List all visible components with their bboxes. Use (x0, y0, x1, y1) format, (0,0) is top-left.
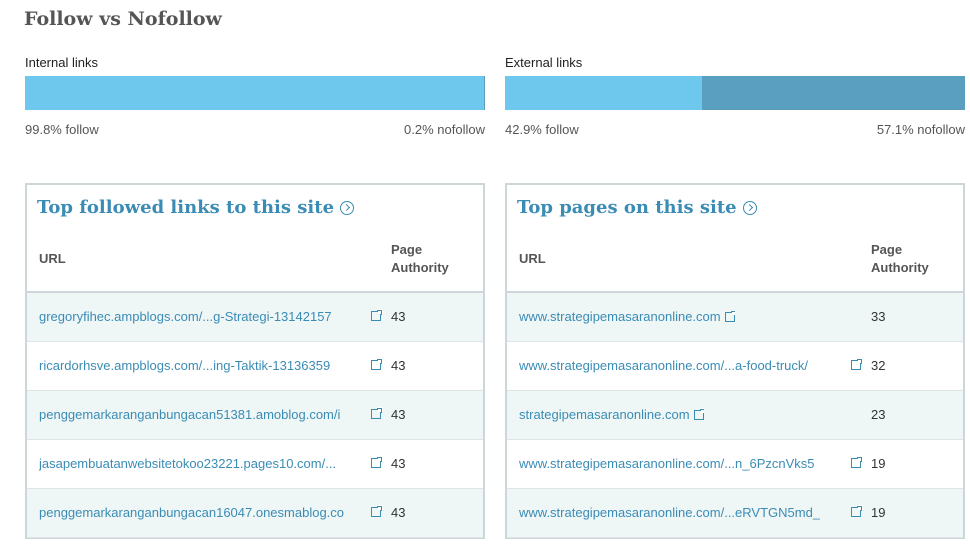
table-header: URL Page Authority (507, 233, 963, 293)
row-page-authority: 32 (871, 358, 886, 373)
table-body: gregoryfihec.ampblogs.com/...g-Strategi-… (27, 293, 483, 538)
row-url-link[interactable]: penggemarkaranganbungacan51381.amoblog.c… (39, 407, 340, 422)
table-row: jasapembuatanwebsitetokoo23221.pages10.c… (27, 440, 483, 489)
table-body: www.strategipemasaranonline.com 33 www.s… (507, 293, 963, 538)
external-links-bar (505, 76, 965, 110)
row-url-link[interactable]: ricardorhsve.ampblogs.com/...ing-Taktik-… (39, 358, 330, 373)
internal-follow-segment (25, 76, 485, 110)
row-page-authority: 23 (871, 407, 886, 422)
top-pages-panel: Top pages on this site URL Page Authorit… (505, 183, 965, 539)
table-row: www.strategipemasaranonline.com/...eRVTG… (507, 489, 963, 538)
row-url-text[interactable]: www.strategipemasaranonline.com/...eRVTG… (519, 505, 820, 520)
external-link-icon[interactable] (371, 407, 383, 419)
row-url-text[interactable]: www.strategipemasaranonline.com/...n_6Pz… (519, 456, 815, 471)
row-url-text[interactable]: www.strategipemasaranonline.com (519, 309, 721, 324)
internal-links-bar (25, 76, 485, 110)
external-follow-text: 42.9% follow (505, 122, 579, 137)
row-url-link[interactable]: www.strategipemasaranonline.com/...a-foo… (519, 358, 808, 373)
row-url-link[interactable]: strategipemasaranonline.com (519, 407, 704, 422)
table-row: www.strategipemasaranonline.com/...n_6Pz… (507, 440, 963, 489)
external-link-icon[interactable] (371, 456, 383, 468)
external-link-icon[interactable] (371, 505, 383, 517)
internal-follow-text: 99.8% follow (25, 122, 99, 137)
row-url-text[interactable]: penggemarkaranganbungacan16047.onesmablo… (39, 505, 344, 520)
row-url-text[interactable]: ricardorhsve.ampblogs.com/...ing-Taktik-… (39, 358, 330, 373)
external-link-icon[interactable] (851, 505, 863, 517)
top-followed-links-panel: Top followed links to this site URL Page… (25, 183, 485, 539)
top-followed-links-title[interactable]: Top followed links to this site (37, 197, 355, 218)
column-url: URL (519, 251, 546, 266)
column-page-authority: Page Authority (871, 241, 961, 277)
internal-nofollow-text: 0.2% nofollow (404, 122, 485, 137)
external-link-icon[interactable] (693, 408, 704, 420)
row-page-authority: 43 (391, 358, 406, 373)
column-page-authority-line1: Page (391, 242, 423, 257)
row-page-authority: 19 (871, 456, 886, 471)
external-link-icon[interactable] (724, 310, 735, 322)
external-nofollow-segment (702, 76, 965, 110)
row-url-text[interactable]: strategipemasaranonline.com (519, 407, 690, 422)
row-url-text[interactable]: www.strategipemasaranonline.com/...a-foo… (519, 358, 808, 373)
external-links-group: External links 42.9% follow 57.1% nofoll… (505, 54, 965, 137)
row-url-link[interactable]: jasapembuatanwebsitetokoo23221.pages10.c… (39, 456, 336, 471)
row-url-link[interactable]: www.strategipemasaranonline.com/...n_6Pz… (519, 456, 815, 471)
row-page-authority: 43 (391, 456, 406, 471)
internal-nofollow-segment (484, 76, 485, 110)
page-title: Follow vs Nofollow (24, 8, 222, 30)
table-header: URL Page Authority (27, 233, 483, 293)
external-link-icon[interactable] (371, 358, 383, 370)
table-row: penggemarkaranganbungacan51381.amoblog.c… (27, 391, 483, 440)
row-url-text[interactable]: penggemarkaranganbungacan51381.amoblog.c… (39, 407, 340, 422)
top-pages-title-text[interactable]: Top pages on this site (517, 197, 737, 218)
table-row: gregoryfihec.ampblogs.com/...g-Strategi-… (27, 293, 483, 342)
internal-links-label: Internal links (25, 55, 98, 70)
external-links-label: External links (505, 55, 583, 70)
top-followed-links-title-text[interactable]: Top followed links to this site (37, 197, 334, 218)
column-page-authority-line1: Page (871, 242, 903, 257)
row-url-link[interactable]: penggemarkaranganbungacan16047.onesmablo… (39, 505, 344, 520)
table-row: www.strategipemasaranonline.com/...a-foo… (507, 342, 963, 391)
external-follow-segment (505, 76, 703, 110)
external-link-icon[interactable] (371, 309, 383, 321)
table-row: www.strategipemasaranonline.com 33 (507, 293, 963, 342)
external-nofollow-text: 57.1% nofollow (876, 122, 965, 137)
top-pages-title[interactable]: Top pages on this site (517, 197, 757, 218)
external-link-icon[interactable] (851, 358, 863, 370)
row-page-authority: 19 (871, 505, 886, 520)
row-url-link[interactable]: www.strategipemasaranonline.com (519, 309, 735, 324)
column-page-authority-line2: Authority (871, 260, 929, 275)
table-row: penggemarkaranganbungacan16047.onesmablo… (27, 489, 483, 538)
internal-links-group: Internal links 99.8% follow 0.2% nofollo… (25, 54, 485, 137)
table-row: ricardorhsve.ampblogs.com/...ing-Taktik-… (27, 342, 483, 391)
row-url-link[interactable]: gregoryfihec.ampblogs.com/...g-Strategi-… (39, 309, 332, 324)
column-page-authority-line2: Authority (391, 260, 449, 275)
row-url-text[interactable]: gregoryfihec.ampblogs.com/...g-Strategi-… (39, 309, 332, 324)
row-page-authority: 43 (391, 505, 406, 520)
row-page-authority: 33 (871, 309, 886, 324)
external-link-icon[interactable] (851, 456, 863, 468)
chevron-circle-icon[interactable] (742, 200, 757, 215)
table-row: strategipemasaranonline.com 23 (507, 391, 963, 440)
column-page-authority: Page Authority (391, 241, 481, 277)
row-url-link[interactable]: www.strategipemasaranonline.com/...eRVTG… (519, 505, 820, 520)
column-url: URL (39, 251, 66, 266)
row-page-authority: 43 (391, 309, 406, 324)
chevron-circle-icon[interactable] (340, 200, 355, 215)
row-url-text[interactable]: jasapembuatanwebsitetokoo23221.pages10.c… (39, 456, 336, 471)
row-page-authority: 43 (391, 407, 406, 422)
